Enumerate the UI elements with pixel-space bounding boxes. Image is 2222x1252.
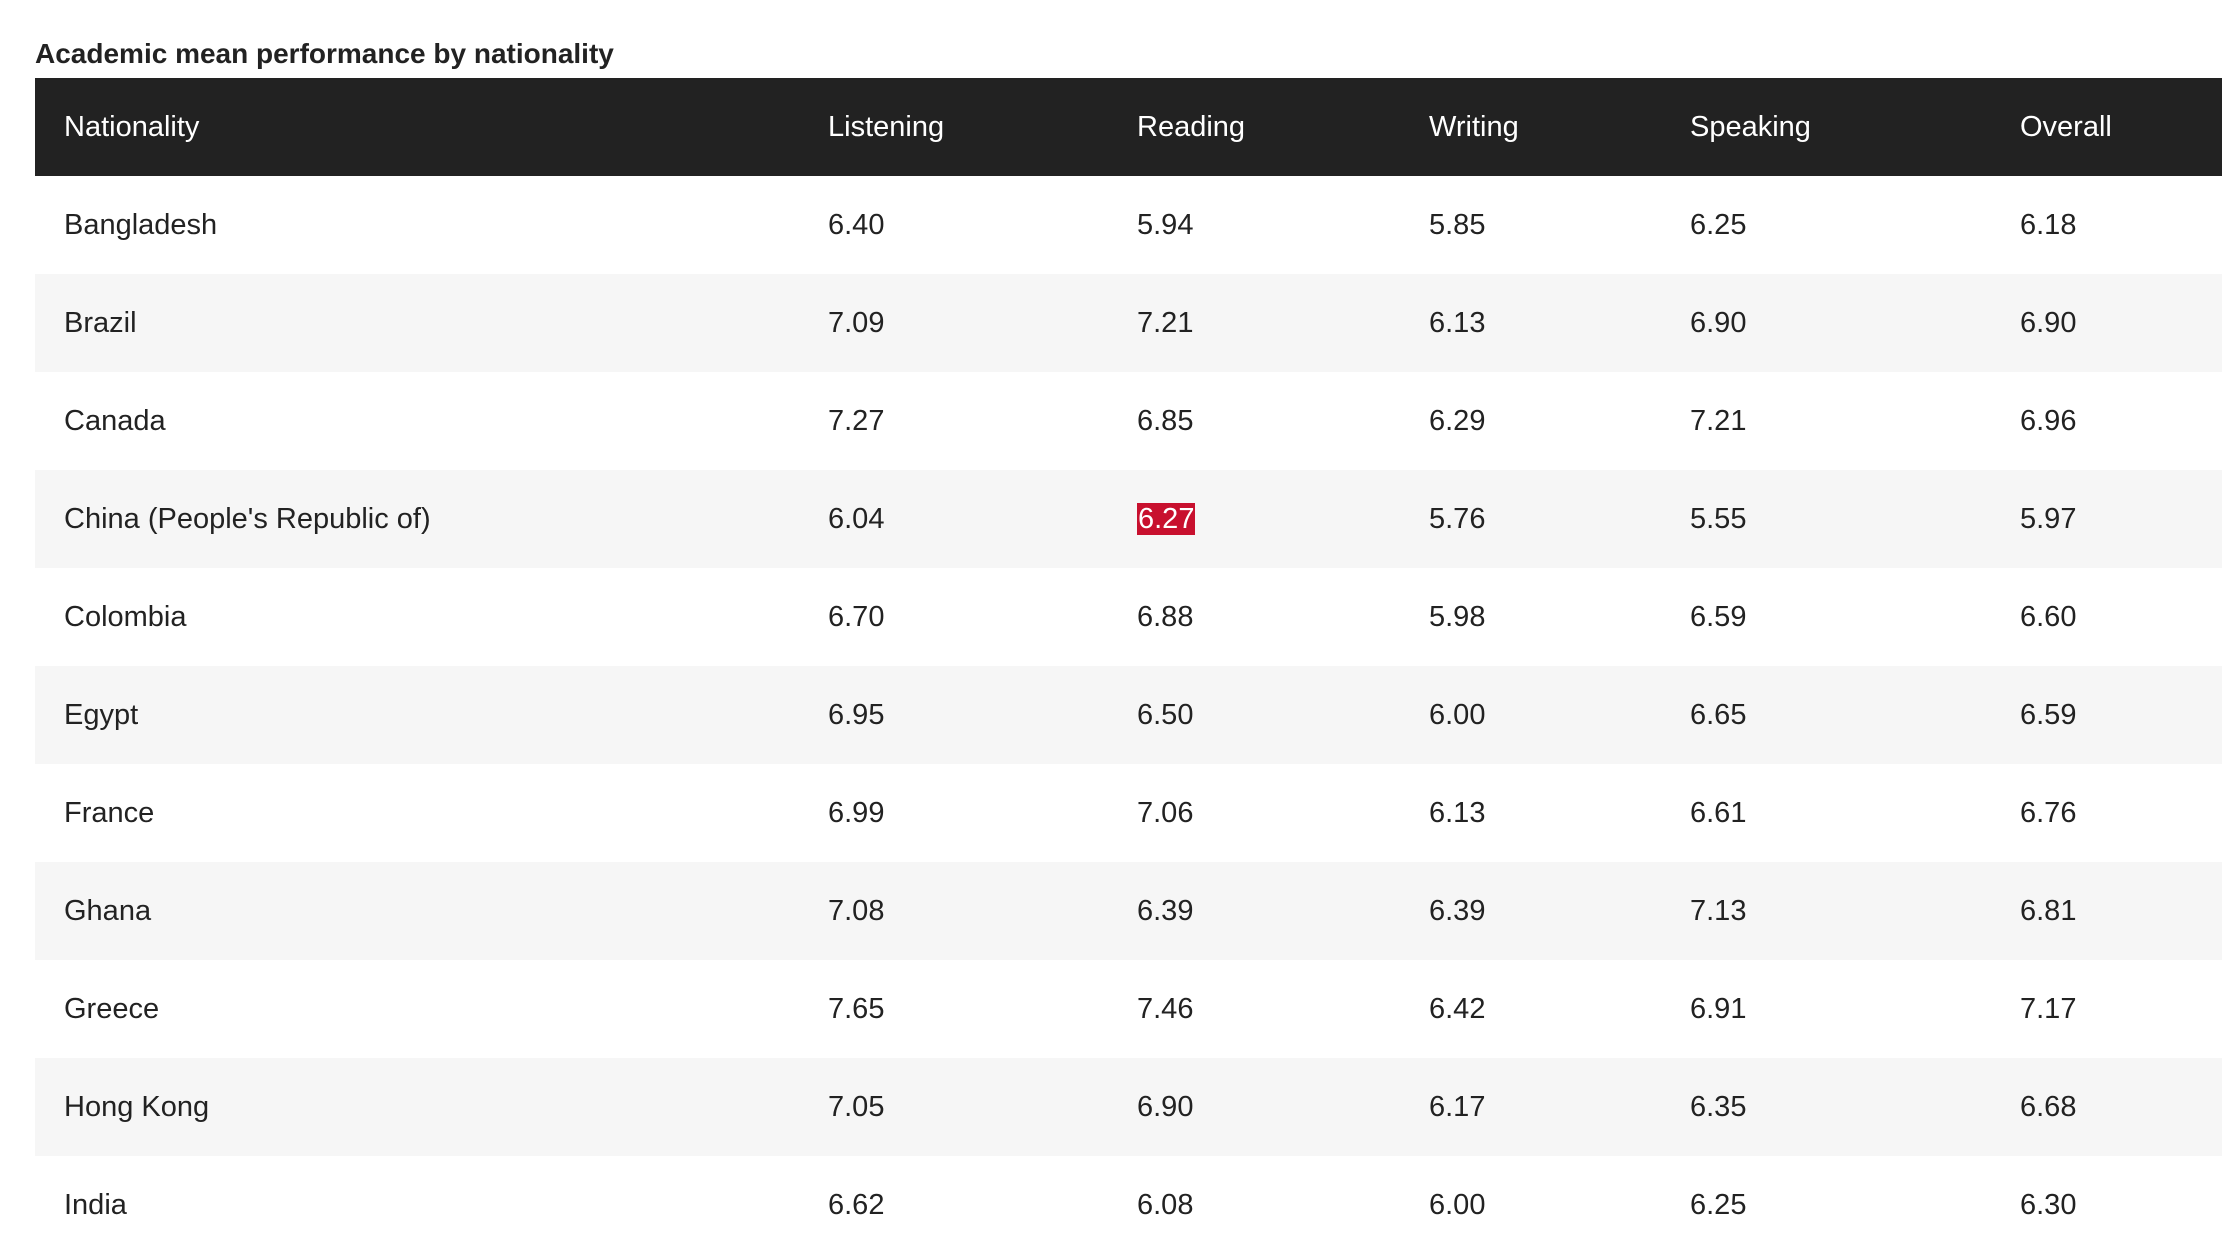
column-header-writing[interactable]: Writing bbox=[1400, 78, 1661, 176]
cell-overall: 6.96 bbox=[2020, 404, 2077, 437]
cell-nationality: China (People's Republic of) bbox=[64, 502, 431, 535]
cell-speaking: 6.65 bbox=[1690, 698, 1747, 731]
cell-reading: 5.94 bbox=[1137, 208, 1194, 241]
cell-reading: 7.06 bbox=[1137, 796, 1194, 829]
column-header-nationality[interactable]: Nationality bbox=[35, 78, 799, 176]
cell-nationality: Egypt bbox=[64, 698, 139, 731]
cell-speaking: 6.91 bbox=[1690, 992, 1747, 1025]
cell-speaking: 7.13 bbox=[1690, 894, 1747, 927]
cell-listening: 6.04 bbox=[828, 502, 885, 535]
cell-speaking: 6.25 bbox=[1690, 1188, 1747, 1221]
cell-writing: 6.13 bbox=[1429, 306, 1486, 339]
cell-nationality: Hong Kong bbox=[64, 1090, 210, 1123]
column-header-reading[interactable]: Reading bbox=[1108, 78, 1400, 176]
cell-writing: 6.39 bbox=[1429, 894, 1486, 927]
cell-nationality: India bbox=[64, 1188, 127, 1221]
cell-listening: 7.65 bbox=[828, 992, 885, 1025]
cell-writing: 6.17 bbox=[1429, 1090, 1486, 1123]
cell-nationality: Canada bbox=[64, 404, 166, 437]
cell-overall: 6.76 bbox=[2020, 796, 2077, 829]
cell-writing: 5.98 bbox=[1429, 600, 1486, 633]
column-header-overall[interactable]: Overall bbox=[1991, 78, 2222, 176]
table-caption: Academic mean performance by nationality bbox=[35, 38, 614, 69]
cell-writing: 5.76 bbox=[1429, 502, 1486, 535]
table-row: Brazil 7.09 7.21 6.13 6.90 6.90 bbox=[35, 274, 2222, 372]
cell-overall: 6.90 bbox=[2020, 306, 2077, 339]
nationality-performance-table: Nationality Listening Reading Writing Sp… bbox=[35, 78, 2222, 1252]
column-header-speaking[interactable]: Speaking bbox=[1661, 78, 1991, 176]
cell-reading: 6.39 bbox=[1137, 894, 1194, 927]
cell-listening: 7.08 bbox=[828, 894, 885, 927]
cell-listening: 7.09 bbox=[828, 306, 885, 339]
cell-writing: 5.85 bbox=[1429, 208, 1486, 241]
cell-nationality: Ghana bbox=[64, 894, 152, 927]
table-row: Hong Kong 7.05 6.90 6.17 6.35 6.68 bbox=[35, 1058, 2222, 1156]
table-row: Greece 7.65 7.46 6.42 6.91 7.17 bbox=[35, 960, 2222, 1058]
cell-reading: 6.08 bbox=[1137, 1188, 1194, 1221]
cell-reading: 6.90 bbox=[1137, 1090, 1194, 1123]
cell-overall: 6.60 bbox=[2020, 600, 2077, 633]
cell-writing: 6.29 bbox=[1429, 404, 1486, 437]
cell-speaking: 6.59 bbox=[1690, 600, 1747, 633]
header-row: Nationality Listening Reading Writing Sp… bbox=[35, 78, 2222, 176]
table-row: Egypt 6.95 6.50 6.00 6.65 6.59 bbox=[35, 666, 2222, 764]
table-row: Colombia 6.70 6.88 5.98 6.59 6.60 bbox=[35, 568, 2222, 666]
cell-speaking: 7.21 bbox=[1690, 404, 1747, 437]
cell-overall: 6.18 bbox=[2020, 208, 2077, 241]
cell-writing: 6.42 bbox=[1429, 992, 1486, 1025]
column-header-listening[interactable]: Listening bbox=[799, 78, 1108, 176]
cell-nationality: Brazil bbox=[64, 306, 137, 339]
cell-listening: 6.99 bbox=[828, 796, 885, 829]
cell-listening: 6.95 bbox=[828, 698, 885, 731]
table-row: India 6.62 6.08 6.00 6.25 6.30 bbox=[35, 1156, 2222, 1252]
cell-listening: 7.27 bbox=[828, 404, 885, 437]
highlighted-value: 6.27 bbox=[1137, 502, 1196, 535]
cell-speaking: 6.90 bbox=[1690, 306, 1747, 339]
cell-writing: 6.13 bbox=[1429, 796, 1486, 829]
cell-listening: 6.40 bbox=[828, 208, 885, 241]
cell-listening: 6.62 bbox=[828, 1188, 885, 1221]
table-row: Ghana 7.08 6.39 6.39 7.13 6.81 bbox=[35, 862, 2222, 960]
cell-nationality: France bbox=[64, 796, 155, 829]
cell-listening: 7.05 bbox=[828, 1090, 885, 1123]
table-body: Bangladesh 6.40 5.94 5.85 6.25 6.18 Brazil 7.09… bbox=[35, 176, 2222, 1252]
cell-overall: 6.81 bbox=[2020, 894, 2077, 927]
cell-nationality: Colombia bbox=[64, 600, 187, 633]
table-header: Nationality Listening Reading Writing Sp… bbox=[35, 78, 2222, 176]
cell-reading: 6.50 bbox=[1137, 698, 1194, 731]
cell-overall: 6.59 bbox=[2020, 698, 2077, 731]
cell-listening: 6.70 bbox=[828, 600, 885, 633]
cell-nationality: Greece bbox=[64, 992, 160, 1025]
cell-speaking: 6.25 bbox=[1690, 208, 1747, 241]
cell-speaking: 6.61 bbox=[1690, 796, 1747, 829]
table-row: France 6.99 7.06 6.13 6.61 6.76 bbox=[35, 764, 2222, 862]
cell-overall: 5.97 bbox=[2020, 502, 2077, 535]
cell-reading: 6.85 bbox=[1137, 404, 1194, 437]
cell-reading: 6.88 bbox=[1137, 600, 1194, 633]
cell-overall: 7.17 bbox=[2020, 992, 2077, 1025]
cell-speaking: 6.35 bbox=[1690, 1090, 1747, 1123]
cell-reading: 7.46 bbox=[1137, 992, 1194, 1025]
cell-reading: 7.21 bbox=[1137, 306, 1194, 339]
cell-writing: 6.00 bbox=[1429, 1188, 1486, 1221]
cell-overall: 6.68 bbox=[2020, 1090, 2077, 1123]
cell-overall: 6.30 bbox=[2020, 1188, 2077, 1221]
table-row: China (People's Republic of) 6.04 6.27 5.76… bbox=[35, 470, 2222, 568]
cell-writing: 6.00 bbox=[1429, 698, 1486, 731]
table-row: Bangladesh 6.40 5.94 5.85 6.25 6.18 bbox=[35, 176, 2222, 274]
cell-nationality: Bangladesh bbox=[64, 208, 218, 241]
cell-reading: 6.27 bbox=[1108, 470, 1400, 568]
cell-speaking: 5.55 bbox=[1690, 502, 1747, 535]
table-row: Canada 7.27 6.85 6.29 7.21 6.96 bbox=[35, 372, 2222, 470]
